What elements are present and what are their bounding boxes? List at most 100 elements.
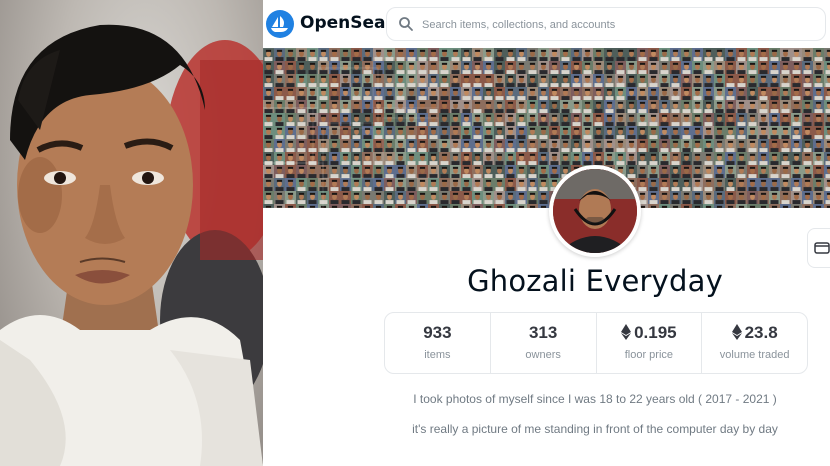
banner-tile [747, 61, 758, 74]
stat-owners[interactable]: 313 owners [491, 313, 597, 373]
banner-tile [791, 48, 802, 61]
banner-tile [483, 87, 494, 100]
banner-tile [604, 126, 615, 139]
banner-tile [406, 152, 417, 165]
banner-tile [736, 87, 747, 100]
banner-tile [736, 139, 747, 152]
banner-tile [373, 48, 384, 61]
brand-name[interactable]: OpenSea [300, 13, 386, 33]
banner-tile [659, 126, 670, 139]
banner-tile [648, 74, 659, 87]
banner-tile [274, 48, 285, 61]
banner-tile [483, 61, 494, 74]
banner-tile [263, 74, 274, 87]
banner-tile [329, 113, 340, 126]
banner-tile [428, 178, 439, 191]
banner-tile [637, 61, 648, 74]
banner-tile [384, 204, 395, 208]
banner-tile [296, 126, 307, 139]
banner-tile [516, 204, 527, 208]
banner-tile [384, 152, 395, 165]
banner-tile [461, 61, 472, 74]
banner-tile [527, 61, 538, 74]
banner-tile [329, 87, 340, 100]
banner-tile [780, 113, 791, 126]
banner-tile [692, 74, 703, 87]
banner-tile [802, 126, 813, 139]
banner-tile [747, 126, 758, 139]
stat-volume-traded[interactable]: 23.8 volume traded [702, 313, 807, 373]
banner-tile [714, 48, 725, 61]
banner-tile [318, 48, 329, 61]
banner-tile [615, 126, 626, 139]
banner-tile [725, 204, 736, 208]
wallet-button[interactable] [807, 228, 830, 268]
banner-tile [637, 48, 648, 61]
banner-tile [439, 113, 450, 126]
description-line-2: it's really a picture of me standing in … [412, 422, 778, 436]
banner-tile [703, 126, 714, 139]
banner-tile [428, 100, 439, 113]
banner-tile [285, 165, 296, 178]
stat-items[interactable]: 933 items [385, 313, 491, 373]
banner-tile [351, 48, 362, 61]
banner-tile [285, 204, 296, 208]
banner-tile [329, 152, 340, 165]
banner-tile [340, 87, 351, 100]
banner-tile [472, 139, 483, 152]
banner-tile [549, 87, 560, 100]
stat-label: owners [525, 349, 561, 361]
stat-floor-price[interactable]: 0.195 floor price [597, 313, 703, 373]
banner-tile [769, 48, 780, 61]
banner-tile [362, 74, 373, 87]
banner-tile [329, 100, 340, 113]
banner-tile [780, 191, 791, 204]
banner-tile [824, 139, 830, 152]
banner-tile [648, 61, 659, 74]
banner-tile [582, 152, 593, 165]
portrait-photo [0, 0, 263, 466]
banner-tile [296, 178, 307, 191]
opensea-logo-icon[interactable] [266, 10, 294, 38]
banner-tile [780, 139, 791, 152]
banner-tile [780, 126, 791, 139]
banner-tile [593, 139, 604, 152]
search-input[interactable] [420, 14, 814, 36]
banner-tile [373, 139, 384, 152]
banner-tile [406, 100, 417, 113]
banner-tile [527, 126, 538, 139]
banner-tile [560, 139, 571, 152]
banner-tile [791, 113, 802, 126]
banner-tile [406, 204, 417, 208]
banner-tile [516, 191, 527, 204]
banner-tile [395, 165, 406, 178]
banner-tile [340, 178, 351, 191]
banner-tile [725, 165, 736, 178]
banner-tile [791, 74, 802, 87]
banner-tile [527, 191, 538, 204]
description-line-1: I took photos of myself since I was 18 t… [413, 392, 777, 406]
banner-tile [362, 113, 373, 126]
banner-tile [461, 113, 472, 126]
banner-tile [439, 100, 450, 113]
banner-tile [274, 74, 285, 87]
banner-tile [417, 165, 428, 178]
banner-tile [461, 191, 472, 204]
search-bar[interactable] [386, 7, 826, 41]
collection-avatar[interactable] [549, 165, 641, 257]
banner-tile [703, 48, 714, 61]
stat-value: 933 [423, 323, 452, 342]
banner-tile [670, 48, 681, 61]
banner-tile [373, 191, 384, 204]
banner-tile [670, 204, 681, 208]
banner-tile [758, 152, 769, 165]
banner-tile [296, 74, 307, 87]
banner-tile [692, 48, 703, 61]
banner-tile [307, 191, 318, 204]
banner-tile [296, 113, 307, 126]
banner-tile [824, 61, 830, 74]
banner-tile [626, 113, 637, 126]
banner-tile [351, 152, 362, 165]
banner-tile [494, 61, 505, 74]
banner-tile [659, 61, 670, 74]
